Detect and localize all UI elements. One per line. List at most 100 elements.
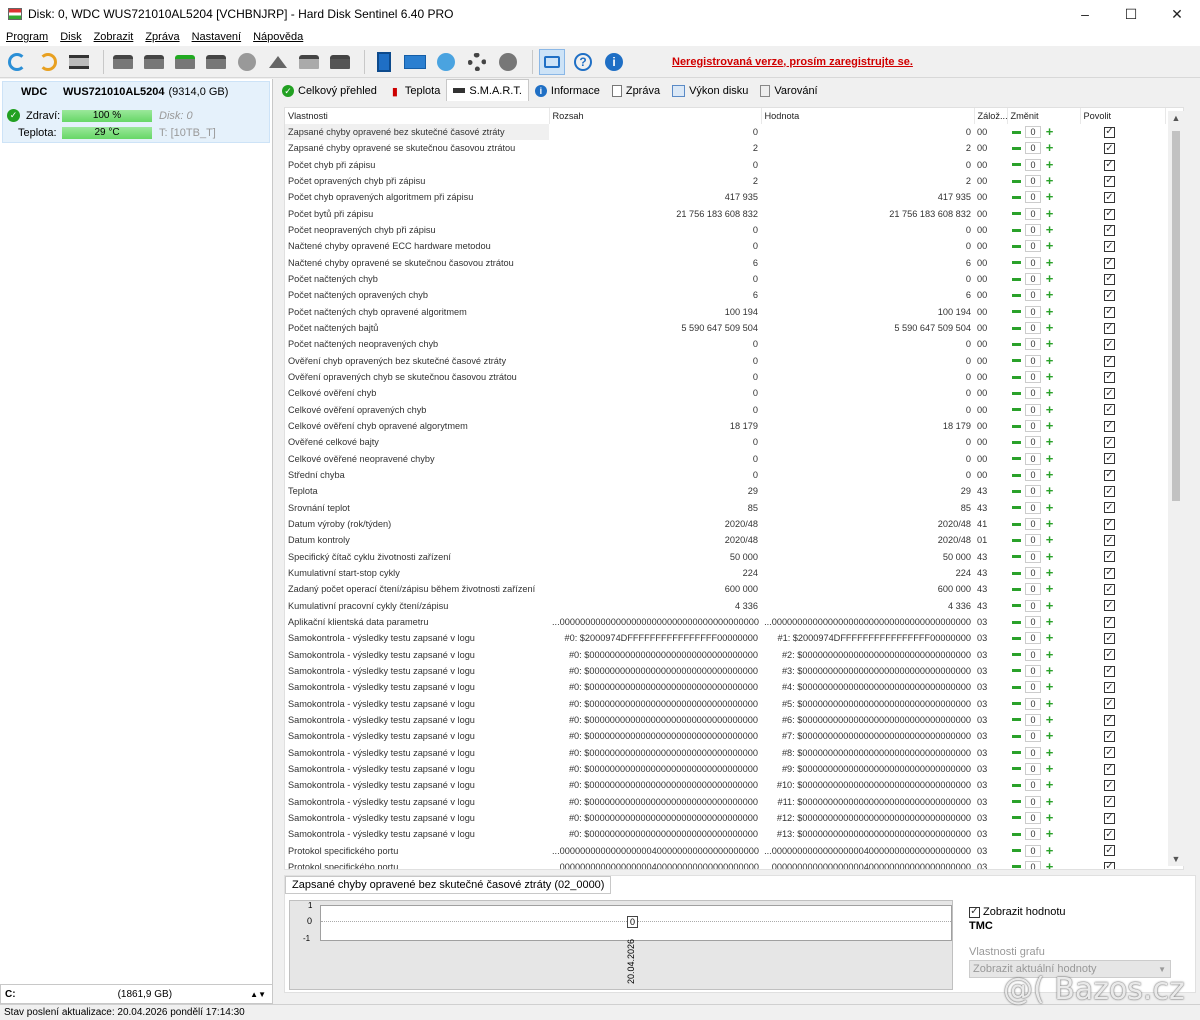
- decrease-icon[interactable]: [1010, 845, 1023, 857]
- increase-icon[interactable]: +: [1043, 141, 1056, 154]
- decrease-icon[interactable]: [1010, 355, 1023, 367]
- increase-icon[interactable]: +: [1043, 337, 1056, 350]
- table-row[interactable]: Celkové ověření opravených chyb 0 0 00 0 + ✓: [285, 402, 1165, 418]
- decrease-icon[interactable]: [1010, 142, 1023, 154]
- decrease-icon[interactable]: [1010, 306, 1023, 318]
- increase-icon[interactable]: +: [1043, 729, 1056, 742]
- table-row[interactable]: Počet opravených chyb při zápisu 2 2 00 0 + ✓: [285, 173, 1165, 189]
- enable-checkbox[interactable]: ✓: [1104, 649, 1115, 661]
- table-row[interactable]: Počet načtených opravených chyb 6 6 00 0 + ✓: [285, 287, 1165, 303]
- table-row[interactable]: Samokontrola - výsledky testu zapsané v …: [285, 712, 1165, 728]
- enable-checkbox[interactable]: ✓: [1104, 241, 1115, 253]
- table-row[interactable]: Ověřené celkové bajty 0 0 00 0 + ✓: [285, 434, 1165, 450]
- increase-icon[interactable]: +: [1043, 223, 1056, 236]
- increase-icon[interactable]: +: [1043, 827, 1056, 840]
- tab-report[interactable]: Zpráva: [606, 81, 666, 101]
- enable-checkbox[interactable]: ✓: [1104, 731, 1115, 743]
- menu-disk[interactable]: Disk: [54, 31, 87, 43]
- disk-entry[interactable]: WDC WUS721010AL5204 (9314,0 GB) ✓ Zdraví…: [2, 81, 270, 143]
- change-value[interactable]: 0: [1025, 387, 1041, 400]
- minimize-button[interactable]: –: [1062, 0, 1108, 28]
- table-row[interactable]: Ověření opravených chyb se skutečnou čas…: [285, 369, 1165, 385]
- change-value[interactable]: 0: [1025, 664, 1041, 677]
- table-row[interactable]: Střední chyba 0 0 00 0 + ✓: [285, 467, 1165, 483]
- change-value[interactable]: 0: [1025, 648, 1041, 661]
- table-row[interactable]: Počet chyb při zápisu 0 0 00 0 + ✓: [285, 157, 1165, 173]
- enable-checkbox[interactable]: ✓: [1104, 159, 1115, 171]
- increase-icon[interactable]: +: [1043, 125, 1056, 138]
- table-row[interactable]: Celkové ověřené neopravené chyby 0 0 00 0 + ✓: [285, 451, 1165, 467]
- table-row[interactable]: Počet načtených chyb opravené algoritmem…: [285, 304, 1165, 320]
- enable-checkbox[interactable]: ✓: [1104, 535, 1115, 547]
- table-row[interactable]: Ověření chyb opravených bez skutečné čas…: [285, 353, 1165, 369]
- table-row[interactable]: Datum kontroly 2020/48 2020/48 01 0 + ✓: [285, 532, 1165, 548]
- increase-icon[interactable]: +: [1043, 533, 1056, 546]
- tab-smart[interactable]: S.M.A.R.T.: [446, 79, 529, 101]
- change-value[interactable]: 0: [1025, 452, 1041, 465]
- table-row[interactable]: Počet neopravených chyb při zápisu 0 0 00 0 +…: [285, 222, 1165, 238]
- decrease-icon[interactable]: [1010, 289, 1023, 301]
- increase-icon[interactable]: +: [1043, 190, 1056, 203]
- decrease-icon[interactable]: [1010, 338, 1023, 350]
- change-value[interactable]: 0: [1025, 207, 1041, 220]
- change-value[interactable]: 0: [1025, 158, 1041, 171]
- increase-icon[interactable]: +: [1043, 305, 1056, 318]
- col-value[interactable]: Hodnota: [761, 108, 975, 124]
- info-icon[interactable]: i: [601, 49, 627, 75]
- mail-icon[interactable]: [402, 49, 428, 75]
- enable-checkbox[interactable]: ✓: [1104, 600, 1115, 612]
- increase-icon[interactable]: +: [1043, 468, 1056, 481]
- tab-information[interactable]: i Informace: [529, 81, 606, 101]
- increase-icon[interactable]: +: [1043, 648, 1056, 661]
- increase-icon[interactable]: +: [1043, 713, 1056, 726]
- change-value[interactable]: 0: [1025, 256, 1041, 269]
- table-row[interactable]: Samokontrola - výsledky testu zapsané v …: [285, 826, 1165, 842]
- change-value[interactable]: 0: [1025, 762, 1041, 775]
- increase-icon[interactable]: +: [1043, 158, 1056, 171]
- table-row[interactable]: Specifický čítač cyklu životnosti zaříze…: [285, 549, 1165, 565]
- enable-checkbox[interactable]: ✓: [1104, 273, 1115, 285]
- decrease-icon[interactable]: [1010, 534, 1023, 546]
- table-row[interactable]: Počet načtených neopravených chyb 0 0 00 0 + ✓: [285, 336, 1165, 352]
- change-value[interactable]: 0: [1025, 338, 1041, 351]
- tab-overview[interactable]: ✓ Celkový přehled: [276, 81, 383, 101]
- table-row[interactable]: Zapsané chyby opravené bez skutečné časo…: [285, 124, 1165, 141]
- decrease-icon[interactable]: [1010, 404, 1023, 416]
- decrease-icon[interactable]: [1010, 763, 1023, 775]
- change-value[interactable]: 0: [1025, 191, 1041, 204]
- decrease-icon[interactable]: [1010, 453, 1023, 465]
- decrease-icon[interactable]: [1010, 796, 1023, 808]
- change-value[interactable]: 0: [1025, 273, 1041, 286]
- decrease-icon[interactable]: [1010, 714, 1023, 726]
- change-value[interactable]: 0: [1025, 697, 1041, 710]
- decrease-icon[interactable]: [1010, 665, 1023, 677]
- enable-checkbox[interactable]: ✓: [1104, 224, 1115, 236]
- increase-icon[interactable]: +: [1043, 844, 1056, 857]
- increase-icon[interactable]: +: [1043, 288, 1056, 301]
- help-icon[interactable]: ?: [570, 49, 596, 75]
- menu-nastaveni[interactable]: Nastavení: [186, 31, 248, 43]
- change-value[interactable]: 0: [1025, 599, 1041, 612]
- enable-checkbox[interactable]: ✓: [1104, 290, 1115, 302]
- increase-icon[interactable]: +: [1043, 452, 1056, 465]
- table-row[interactable]: Načtené chyby opravené ECC hardware meto…: [285, 238, 1165, 254]
- table-row[interactable]: Kumulativní start-stop cykly 224 224 43 0 + ✓: [285, 565, 1165, 581]
- tab-temperature[interactable]: ▮ Teplota: [383, 81, 446, 101]
- increase-icon[interactable]: +: [1043, 566, 1056, 579]
- col-properties[interactable]: Vlastnosti: [285, 108, 550, 124]
- scroll-up-icon[interactable]: ▲: [1168, 111, 1184, 125]
- disk-list-icon[interactable]: [66, 49, 92, 75]
- increase-icon[interactable]: +: [1043, 354, 1056, 367]
- decrease-icon[interactable]: [1010, 420, 1023, 432]
- increase-icon[interactable]: +: [1043, 762, 1056, 775]
- enable-checkbox[interactable]: ✓: [1104, 633, 1115, 645]
- maximize-button[interactable]: ☐: [1108, 0, 1154, 28]
- table-row[interactable]: Celkové ověření chyb opravené algorytmem…: [285, 418, 1165, 434]
- change-value[interactable]: 0: [1025, 371, 1041, 384]
- increase-icon[interactable]: +: [1043, 386, 1056, 399]
- decrease-icon[interactable]: [1010, 469, 1023, 481]
- change-value[interactable]: 0: [1025, 485, 1041, 498]
- change-value[interactable]: 0: [1025, 175, 1041, 188]
- increase-icon[interactable]: +: [1043, 680, 1056, 693]
- graph-tab[interactable]: Zapsané chyby opravené bez skutečné časo…: [285, 876, 612, 894]
